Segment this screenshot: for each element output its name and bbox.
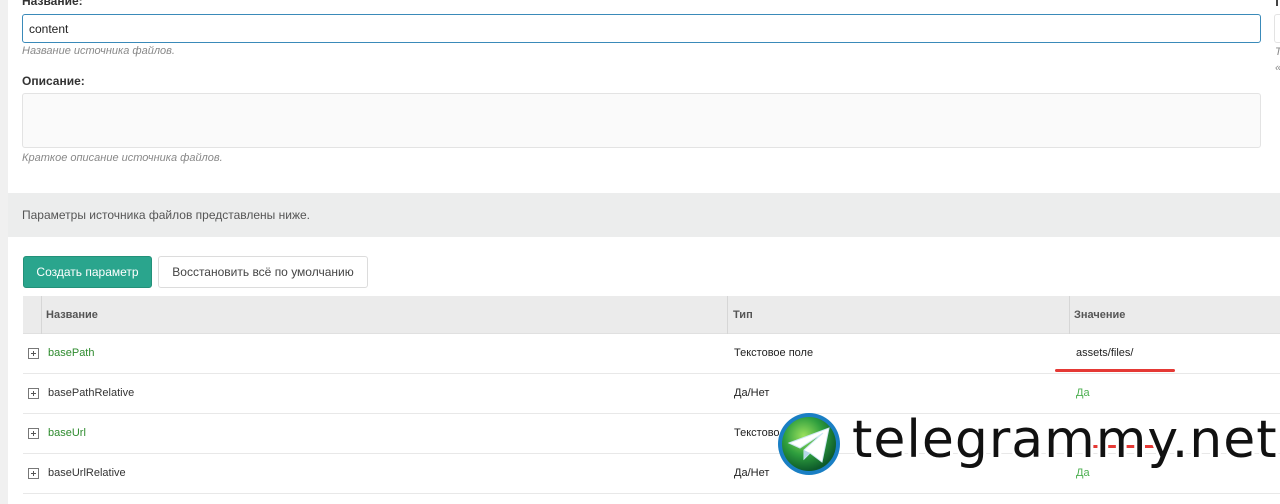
row-name[interactable]: baseUrlRelative [48,467,126,479]
column-separator [41,296,42,334]
expand-row-icon[interactable] [28,428,39,439]
row-name[interactable]: basePath [48,347,94,359]
table-row[interactable]: basePathRelative Да/Нет Да [23,374,1280,414]
description-textarea[interactable] [22,93,1261,148]
expand-row-icon[interactable] [28,348,39,359]
info-bar: Параметры источника файлов представлены … [8,193,1280,237]
telegram-globe-icon [778,413,840,475]
create-parameter-button[interactable]: Создать параметр [23,256,152,288]
expand-row-icon[interactable] [28,388,39,399]
restore-defaults-button[interactable]: Восстановить всё по умолчанию [158,256,368,288]
row-name[interactable]: basePathRelative [48,387,134,399]
row-value[interactable]: assets/files/ [1076,347,1133,359]
row-type: Да/Нет [734,387,770,399]
right-column-label-fragment [1276,0,1278,6]
table-row[interactable]: basePath Текстовое поле assets/files/ [23,334,1280,374]
red-annotation-underline [1055,369,1175,372]
row-type: Текстово [734,427,780,439]
name-field-label: Название: [22,0,83,8]
right-column-hint-fragment: Т [1275,46,1280,58]
description-hint: Краткое описание источника файлов. [22,152,223,164]
column-header-value[interactable]: Значение [1074,309,1125,321]
parameters-grid: Название Тип Значение basePath Текстовое… [23,296,1280,504]
column-separator [727,296,728,334]
column-separator [1069,296,1070,334]
watermark-text: telegrammy.net [852,410,1278,470]
row-value[interactable]: Да [1076,387,1090,399]
grid-header: Название Тип Значение [23,296,1280,334]
column-header-name[interactable]: Название [46,309,98,321]
description-field-label: Описание: [22,74,85,88]
row-type: Да/Нет [734,467,770,479]
row-name[interactable]: baseUrl [48,427,86,439]
name-hint: Название источника файлов. [22,45,175,57]
info-bar-text: Параметры источника файлов представлены … [22,208,310,222]
row-type: Текстовое поле [734,347,814,359]
expand-row-icon[interactable] [28,468,39,479]
column-header-type[interactable]: Тип [733,309,753,321]
right-column-hint-fragment-2: « [1275,62,1280,74]
right-column-input-fragment[interactable] [1274,14,1280,43]
name-input[interactable] [22,14,1261,43]
